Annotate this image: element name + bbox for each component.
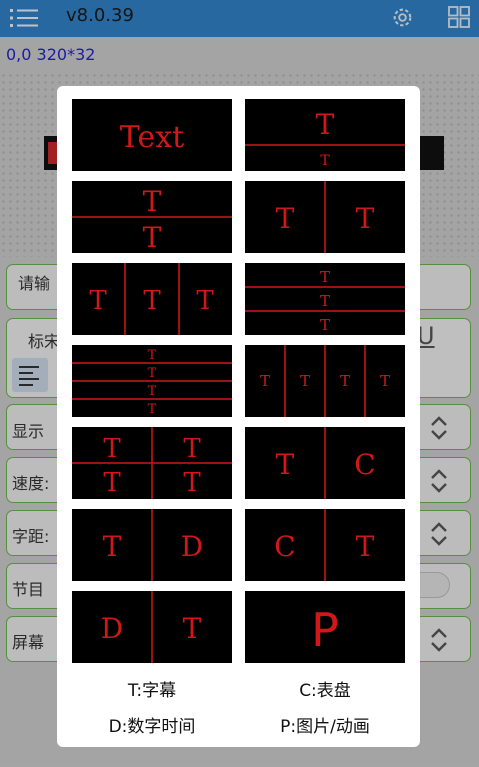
tile-glyph: T [103, 434, 121, 464]
tile-glyph: T [148, 348, 157, 363]
legend-text: T:字幕 [127, 681, 177, 701]
tile-glyph: T [320, 153, 330, 169]
legend-digital-time: D:数字时间 [108, 717, 196, 737]
tile-glyph: T [320, 268, 330, 286]
layout-tile-text-clock[interactable]: T C [245, 427, 405, 499]
tile-glyph: T [143, 286, 161, 316]
layout-tile-2-rows-uneven[interactable]: T T [245, 99, 405, 171]
tile-glyph: T [103, 468, 121, 498]
tile-glyph: C [354, 448, 375, 481]
tile-glyph: T [276, 202, 295, 235]
tile-glyph: D [181, 530, 203, 563]
layout-tile-2-cols[interactable]: T T [245, 181, 405, 253]
tile-glyph: T [380, 372, 390, 390]
tile-glyph: T [143, 185, 162, 218]
tile-glyph: T [143, 221, 162, 253]
layout-tile-text-full[interactable]: Text [72, 99, 232, 171]
tile-text-label: Text [120, 120, 184, 155]
layout-tile-4-rows[interactable]: T T T T [72, 345, 232, 417]
layout-tile-2-rows[interactable]: T T [72, 181, 232, 253]
layout-tile-picture[interactable]: P [245, 591, 405, 663]
tile-glyph: T [183, 434, 201, 464]
layout-tile-4-cols[interactable]: T T T T [245, 345, 405, 417]
tile-glyph: T [320, 292, 330, 310]
tile-glyph: T [183, 468, 201, 498]
layout-tile-digital-text[interactable]: D T [72, 591, 232, 663]
layout-tile-text-digital[interactable]: T D [72, 509, 232, 581]
tile-glyph: T [148, 366, 157, 381]
layout-tile-2x2-grid[interactable]: T T T T [72, 427, 232, 499]
tile-glyph: T [103, 530, 122, 563]
tile-glyph: T [148, 384, 157, 399]
tile-glyph: T [148, 402, 157, 417]
tile-glyph: T [276, 448, 295, 481]
tile-glyph: T [183, 612, 202, 645]
tile-glyph: T [196, 286, 214, 316]
layout-tile-3-cols[interactable]: T T T [72, 263, 232, 335]
tile-glyph: T [340, 372, 350, 390]
layout-picker-dialog: Text T T T T T T T T T T T T T T T T T T… [57, 86, 420, 747]
legend-picture: P:图片/动画 [280, 717, 370, 737]
layout-tile-3-rows[interactable]: T T T [245, 263, 405, 335]
tile-glyph: D [101, 612, 123, 645]
tile-glyph: T [300, 372, 310, 390]
tile-glyph: T [260, 372, 270, 390]
tile-glyph: T [320, 316, 330, 334]
tile-glyph: P [311, 603, 339, 657]
tile-glyph: C [274, 530, 295, 563]
tile-glyph: T [89, 286, 107, 316]
layout-tile-clock-text[interactable]: C T [245, 509, 405, 581]
tile-glyph: T [316, 108, 335, 141]
tile-glyph: T [356, 202, 375, 235]
tile-glyph: T [356, 530, 375, 563]
legend-clock: C:表盘 [299, 681, 351, 701]
